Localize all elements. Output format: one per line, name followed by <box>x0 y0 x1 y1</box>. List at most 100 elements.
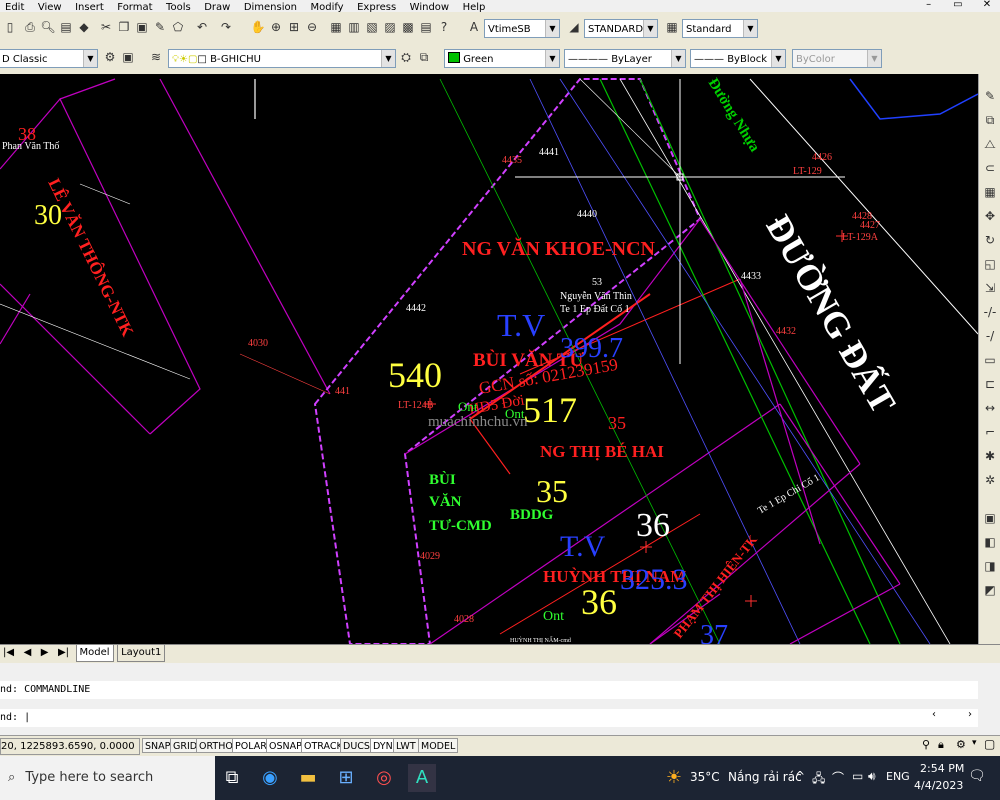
dyn-toggle[interactable]: DYN <box>370 738 396 753</box>
table-style-icon[interactable]: ▦ <box>664 19 680 36</box>
file-explorer-icon[interactable]: ▬ <box>294 764 322 792</box>
zoom-previous-icon[interactable]: ⊖ <box>304 19 320 36</box>
command-input[interactable]: nd: | <box>0 709 978 727</box>
snap-toggle[interactable]: SNAP <box>142 738 174 753</box>
last-tab-icon[interactable]: ▶| <box>55 645 72 661</box>
menu-view[interactable]: View <box>33 3 67 13</box>
osnap-toggle[interactable]: OSNAP <box>266 738 305 753</box>
zoom-window-icon[interactable]: ⊞ <box>286 19 302 36</box>
chevron-down-icon[interactable]: ▾ <box>972 738 977 748</box>
properties-icon[interactable]: ▦ <box>328 19 344 36</box>
dim-style-icon[interactable]: ◢ <box>566 19 582 36</box>
color-select[interactable]: Green ▼ <box>444 49 560 68</box>
mirror-icon[interactable]: ⧍ <box>981 136 999 153</box>
lwt-toggle[interactable]: LWT <box>393 738 419 753</box>
table-style-select[interactable]: Standard ▼ <box>682 19 758 38</box>
ortho-toggle[interactable]: ORTHO <box>196 738 236 753</box>
workspace-save-icon[interactable]: ▣ <box>120 49 136 66</box>
text-style-select[interactable]: VtimeSB ▼ <box>484 19 560 38</box>
layer-select[interactable]: 💡︎☀▢□ B-GHICHU ▼ <box>168 49 396 68</box>
prev-tab-icon[interactable]: ◀ <box>21 645 35 661</box>
dim-style-select[interactable]: STANDARD ▼ <box>584 19 658 38</box>
next-tab-icon[interactable]: ▶ <box>38 645 52 661</box>
match-properties-icon[interactable]: ✎ <box>152 19 168 36</box>
copy-icon[interactable]: ❐ <box>116 19 132 36</box>
design-center-icon[interactable]: ▥ <box>346 19 362 36</box>
language-indicator[interactable]: ENG <box>886 770 910 783</box>
task-view-icon[interactable]: ⧉ <box>218 764 246 792</box>
block-editor-icon[interactable]: ⬠ <box>170 19 186 36</box>
restore-icon[interactable]: ▭ <box>945 0 971 10</box>
scale-icon[interactable]: ◱ <box>981 256 999 273</box>
layer-previous-icon[interactable]: ⧉ <box>416 49 432 66</box>
plot-preview-icon[interactable]: 🔍︎ <box>40 19 56 36</box>
ducs-toggle[interactable]: DUCS <box>340 738 373 753</box>
model-toggle[interactable]: MODEL <box>418 738 459 753</box>
workspace-settings-icon[interactable]: ⚙ <box>102 49 118 66</box>
menu-edit[interactable]: Edit <box>0 3 29 13</box>
zoom-realtime-icon[interactable]: ⊕ <box>268 19 284 36</box>
move-icon[interactable]: ✥ <box>981 208 999 225</box>
menu-tools[interactable]: Tools <box>161 3 196 13</box>
menu-dimension[interactable]: Dimension <box>239 3 302 13</box>
polar-toggle[interactable]: POLAR <box>232 738 270 753</box>
annotation-scale-icon[interactable]: ⚲ <box>922 738 930 751</box>
calculator-icon[interactable]: ▤ <box>418 19 434 36</box>
redo-icon[interactable]: ↷ <box>218 19 234 36</box>
menu-window[interactable]: Window <box>405 3 454 13</box>
network-icon[interactable]: 🖧︎ <box>812 769 825 790</box>
clock-time[interactable]: 2:54 PM <box>920 762 964 775</box>
copy-object-icon[interactable]: ⧉ <box>981 112 999 129</box>
otrack-toggle[interactable]: OTRACK <box>301 738 346 753</box>
undo-icon[interactable]: ↶ <box>194 19 210 36</box>
minimize-icon[interactable]: – <box>916 0 942 10</box>
taskbar-search[interactable]: ⌕ Type here to search <box>0 756 215 800</box>
tab-layout1[interactable]: Layout1 <box>117 645 166 662</box>
erase-icon[interactable]: ✎ <box>981 88 999 105</box>
tray-settings-icon[interactable]: ⚙ <box>956 738 966 751</box>
offset-icon[interactable]: ⊂ <box>981 160 999 177</box>
print-icon[interactable]: ⎙ <box>22 19 38 36</box>
drawing-canvas[interactable]: NG VĂN KHOE-NCN BÙI VĂN TƯ GCN số: 02123… <box>0 74 978 644</box>
menu-help[interactable]: Help <box>458 3 491 13</box>
break-icon[interactable]: ▭ <box>981 352 999 369</box>
sheet-set-icon[interactable]: ▨ <box>382 19 398 36</box>
paste-icon[interactable]: ▣ <box>134 19 150 36</box>
first-tab-icon[interactable]: |◀ <box>0 645 17 661</box>
tool-palettes-icon[interactable]: ▧ <box>364 19 380 36</box>
cut-icon[interactable]: ✂ <box>98 19 114 36</box>
menu-draw[interactable]: Draw <box>199 3 235 13</box>
tab-model[interactable]: Model <box>75 645 114 662</box>
stretch-icon[interactable]: ⇲ <box>981 280 999 297</box>
array-icon[interactable]: ▦ <box>981 184 999 201</box>
layer-manager-icon[interactable]: ≋ <box>148 49 164 66</box>
help-icon[interactable]: ? <box>436 19 452 36</box>
clock-date[interactable]: 4/4/2023 <box>914 779 963 792</box>
scroll-left-icon[interactable]: ‹ <box>932 709 936 720</box>
pan-icon[interactable]: ✋ <box>250 19 266 36</box>
weather-temp[interactable]: 35°C <box>690 770 720 784</box>
menu-express[interactable]: Express <box>352 3 401 13</box>
battery-icon[interactable]: ▭ <box>852 769 863 783</box>
new-file-icon[interactable]: ▯ <box>2 19 18 36</box>
wifi-icon[interactable]: ⌒ <box>832 769 844 786</box>
join-icon[interactable]: ⊏ <box>981 376 999 393</box>
extend-icon[interactable]: -/ <box>981 328 999 345</box>
text-style-icon[interactable]: A <box>466 19 482 36</box>
clean-screen-icon[interactable]: ▢ <box>984 737 995 751</box>
weather-text[interactable]: Nắng rải rác <box>728 770 802 784</box>
notifications-icon[interactable]: 🗨︎ <box>968 768 986 784</box>
chamfer-icon[interactable]: ↔ <box>981 400 999 417</box>
publish-icon[interactable]: ▤ <box>58 19 74 36</box>
autocad-icon[interactable]: A <box>408 764 436 792</box>
markup-icon[interactable]: ▩ <box>400 19 416 36</box>
fillet-icon[interactable]: ⌐ <box>981 424 999 441</box>
bring-front-icon[interactable]: ◧ <box>981 534 999 551</box>
lineweight-select[interactable]: ——— ByBlock ▼ <box>690 49 786 68</box>
explode-icon[interactable]: ✱ <box>981 448 999 465</box>
chrome-icon[interactable]: ◎ <box>370 764 398 792</box>
chevron-up-icon[interactable]: ^ <box>795 769 805 783</box>
rotate-icon[interactable]: ↻ <box>981 232 999 249</box>
make-current-layer-icon[interactable]: ⛭ <box>398 49 414 66</box>
menu-format[interactable]: Format <box>112 3 157 13</box>
